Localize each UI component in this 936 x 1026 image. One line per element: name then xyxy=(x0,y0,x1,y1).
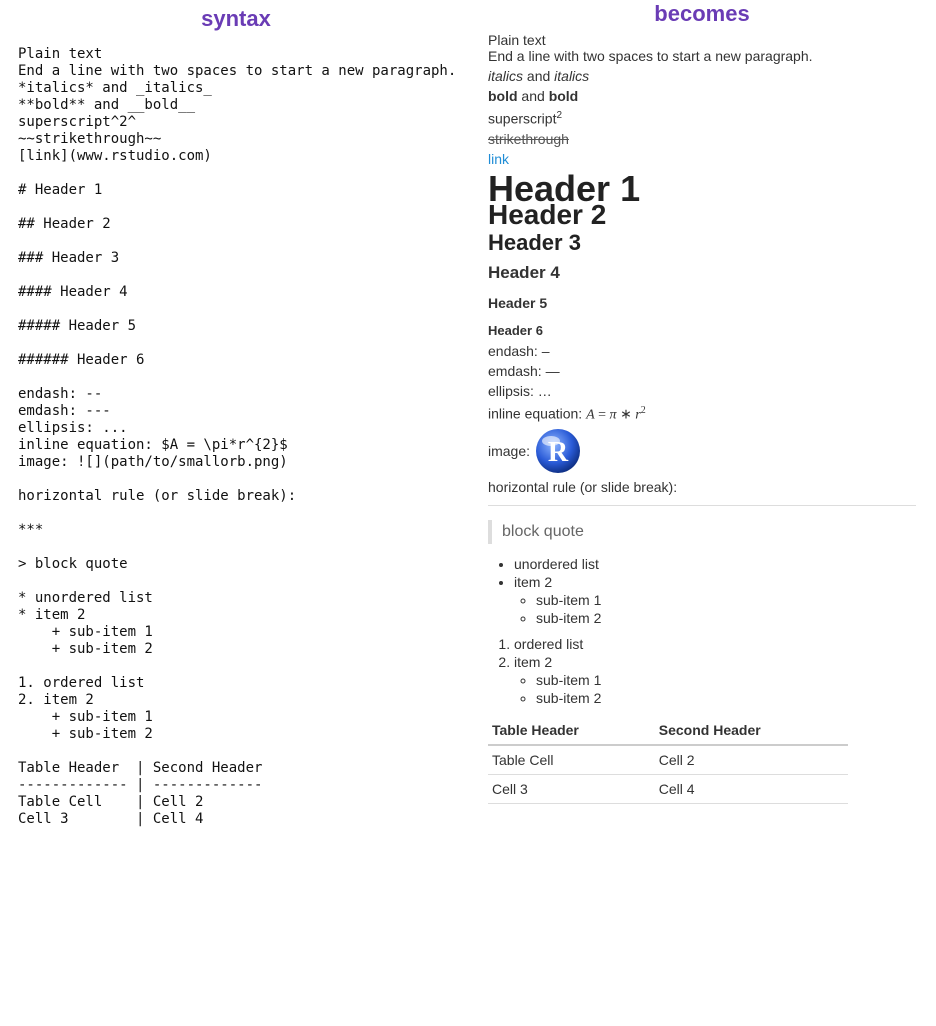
nested-list: sub-item 1 sub-item 2 xyxy=(514,592,916,626)
list-item-label: item 2 xyxy=(514,654,552,670)
rendered-table: Table Header Second Header Table Cell Ce… xyxy=(488,716,848,804)
list-item: sub-item 2 xyxy=(536,690,916,706)
superscript-line: superscript2 xyxy=(488,108,916,127)
syntax-code-block: Plain text End a line with two spaces to… xyxy=(18,46,454,828)
list-item: sub-item 2 xyxy=(536,610,916,626)
header-2: Header 2 xyxy=(488,207,916,223)
table-cell: Cell 4 xyxy=(655,775,848,804)
table-header-cell: Second Header xyxy=(655,716,848,745)
italics-line: italics and italics xyxy=(488,68,916,84)
header-3: Header 3 xyxy=(488,235,916,251)
plain-text-line-2: End a line with two spaces to start a ne… xyxy=(488,48,916,64)
table-row: Table Header Second Header xyxy=(488,716,848,745)
ordered-list: ordered list item 2 sub-item 1 sub-item … xyxy=(488,636,916,706)
markdown-cheatsheet: syntax Plain text End a line with two sp… xyxy=(0,0,936,1026)
strikethrough-line: strikethrough xyxy=(488,131,916,147)
list-item-label: item 2 xyxy=(514,574,552,590)
header-5: Header 5 xyxy=(488,295,916,311)
image-line: image: R xyxy=(488,427,916,475)
bold-sample-1: bold xyxy=(488,88,518,104)
list-item: unordered list xyxy=(514,556,916,572)
bold-sample-2: bold xyxy=(549,88,579,104)
eq-A: A xyxy=(586,407,595,422)
eq-star: ∗ xyxy=(617,407,636,422)
unordered-list: unordered list item 2 sub-item 1 sub-ite… xyxy=(488,556,916,626)
and-text-2: and xyxy=(518,88,549,104)
list-item: item 2 sub-item 1 sub-item 2 xyxy=(514,654,916,706)
header-1: Header 1 xyxy=(488,181,916,197)
header-4: Header 4 xyxy=(488,265,916,281)
list-item: sub-item 1 xyxy=(536,592,916,608)
ellipsis-label: ellipsis: xyxy=(488,383,538,399)
ellipsis-value: … xyxy=(538,383,552,399)
inline-eq-label: inline equation: xyxy=(488,405,586,421)
image-label: image: xyxy=(488,443,530,459)
eq-pi: π xyxy=(610,407,617,422)
endash-line: endash: – xyxy=(488,343,916,359)
table-cell: Table Cell xyxy=(488,745,655,775)
syntax-title: syntax xyxy=(18,6,454,32)
table-header-cell: Table Header xyxy=(488,716,655,745)
emdash-label: emdash: xyxy=(488,363,546,379)
list-item: ordered list xyxy=(514,636,916,652)
rendered-title: becomes xyxy=(488,6,916,22)
emdash-value: — xyxy=(546,363,560,379)
syntax-column: syntax Plain text End a line with two sp… xyxy=(0,0,468,1026)
eq-equals: = xyxy=(595,407,610,422)
and-text: and xyxy=(523,68,554,84)
ellipsis-line: ellipsis: … xyxy=(488,383,916,399)
link-sample[interactable]: link xyxy=(488,151,916,167)
emdash-line: emdash: — xyxy=(488,363,916,379)
table-row: Table Cell Cell 2 xyxy=(488,745,848,775)
italics-sample-1: italics xyxy=(488,68,523,84)
table-row: Cell 3 Cell 4 xyxy=(488,775,848,804)
table-cell: Cell 3 xyxy=(488,775,655,804)
list-item: item 2 sub-item 1 sub-item 2 xyxy=(514,574,916,626)
hr-label: horizontal rule (or slide break): xyxy=(488,479,916,495)
header-6: Header 6 xyxy=(488,323,916,339)
svg-text:R: R xyxy=(548,437,569,468)
superscript-value: 2 xyxy=(556,110,562,121)
rendered-column: becomes Plain text End a line with two s… xyxy=(468,0,936,1026)
superscript-label: superscript xyxy=(488,111,556,127)
plain-text-line-1: Plain text xyxy=(488,32,916,48)
bold-line: bold and bold xyxy=(488,88,916,104)
endash-value: – xyxy=(542,343,550,359)
eq-exp: 2 xyxy=(641,405,646,416)
horizontal-rule xyxy=(488,505,916,506)
nested-list: sub-item 1 sub-item 2 xyxy=(514,672,916,706)
italics-sample-2: italics xyxy=(554,68,589,84)
blockquote: block quote xyxy=(488,520,916,544)
r-logo-icon: R xyxy=(534,427,582,475)
endash-label: endash: xyxy=(488,343,542,359)
list-item: sub-item 1 xyxy=(536,672,916,688)
inline-equation-line: inline equation: A = π ∗ r2 xyxy=(488,403,916,424)
table-cell: Cell 2 xyxy=(655,745,848,775)
